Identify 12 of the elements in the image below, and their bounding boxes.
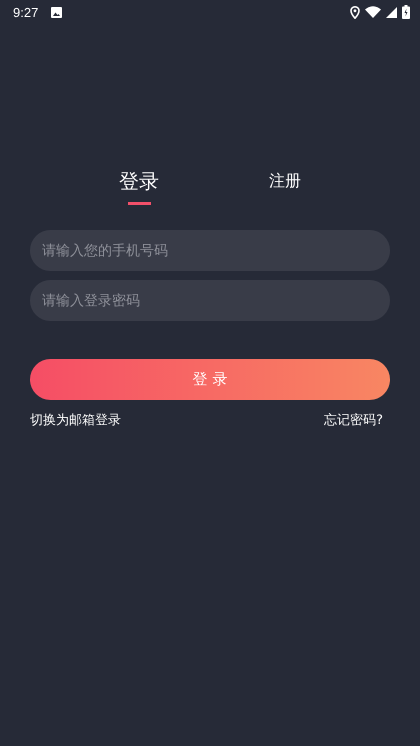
forgot-password-link[interactable]: 忘记密码? — [324, 411, 383, 429]
phone-field[interactable]: 请输入您的手机号码 — [30, 230, 390, 271]
tab[interactable]: 注册 — [269, 168, 301, 205]
location-icon — [350, 6, 360, 18]
battery-icon — [402, 5, 410, 19]
tab[interactable]: 登录 — [119, 168, 159, 216]
image-icon — [51, 6, 62, 18]
email-login-link[interactable]: 切换为邮箱登录 — [30, 411, 121, 429]
wifi-icon — [365, 6, 381, 18]
status-time: 9:27 — [13, 4, 38, 20]
password-field[interactable]: 请输入登录密码 — [30, 280, 390, 321]
signal-icon — [386, 6, 397, 18]
